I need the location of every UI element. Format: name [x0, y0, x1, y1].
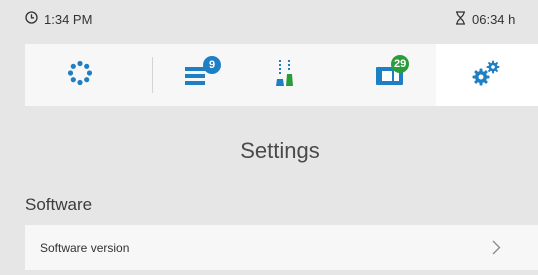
- list-badge: 9: [203, 56, 221, 74]
- section-header: Software: [25, 195, 93, 214]
- software-version-item[interactable]: Software version: [25, 225, 538, 270]
- tab-divider: [152, 57, 153, 93]
- tab-list[interactable]: 9: [155, 44, 245, 106]
- clock-icon: [25, 11, 44, 27]
- tab-settings[interactable]: [436, 44, 538, 106]
- timer: 06:34 h: [455, 11, 515, 28]
- tab-bar: 9 29: [25, 44, 538, 106]
- chevron-right-icon: [492, 240, 501, 260]
- gears-icon: [472, 59, 502, 92]
- hourglass-icon: [455, 11, 472, 28]
- inventory-icon: 29: [375, 55, 410, 87]
- inventory-badge: 29: [391, 55, 410, 73]
- tab-dots[interactable]: [25, 44, 135, 106]
- list-item-label: Software version: [40, 240, 130, 255]
- status-bar: 1:34 PM 06:34 h: [0, 0, 538, 38]
- tab-inventory[interactable]: 29: [345, 44, 435, 106]
- dispenser-icon: [275, 59, 295, 92]
- tab-dispenser[interactable]: [245, 44, 325, 106]
- dots-ring-icon: [67, 60, 93, 91]
- page-title: Settings: [240, 138, 320, 163]
- clock: 1:34 PM: [25, 11, 92, 27]
- list-icon: 9: [185, 56, 221, 88]
- clock-time: 1:34 PM: [44, 11, 93, 27]
- timer-value: 06:34 h: [472, 12, 516, 27]
